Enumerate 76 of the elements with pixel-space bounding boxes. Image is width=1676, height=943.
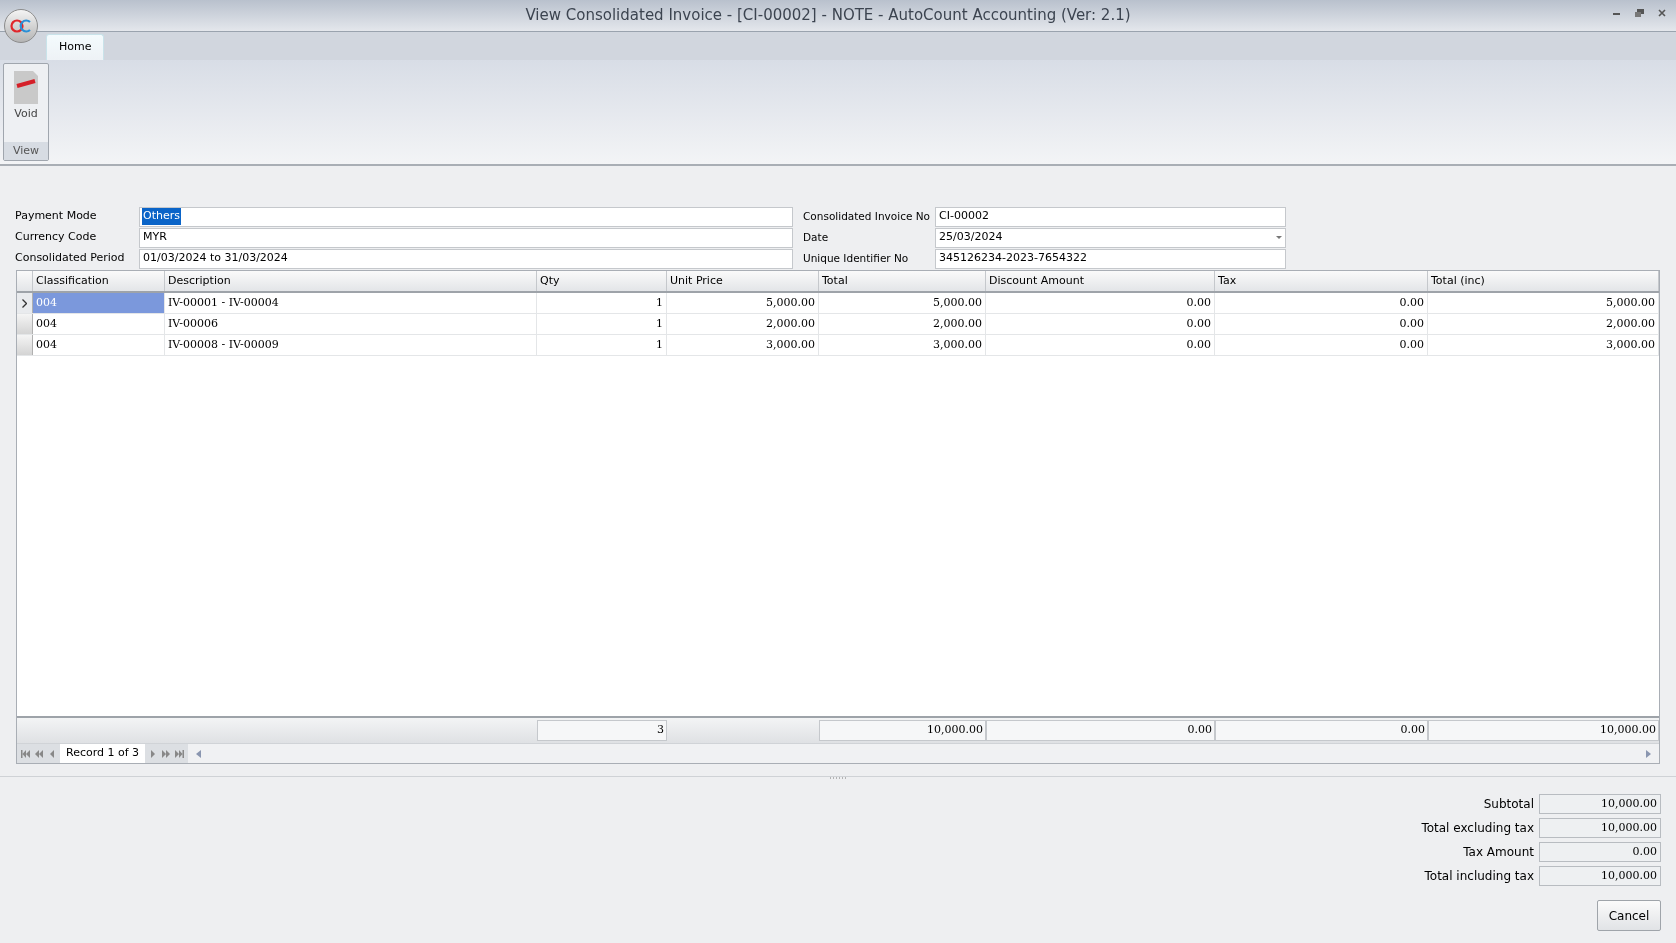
- ribbon-tab[interactable]: Home: [46, 34, 105, 60]
- summary-cell: 10,000.00: [1428, 720, 1659, 741]
- table-cell: 3,000.00: [819, 335, 986, 355]
- void-button[interactable]: Void: [14, 64, 38, 142]
- column-header[interactable]: Total: [819, 271, 986, 291]
- table-cell: 0.00: [1215, 314, 1428, 334]
- close-icon[interactable]: [1658, 9, 1666, 17]
- table-cell: 3,000.00: [1428, 335, 1659, 355]
- app-logo-icon[interactable]: [4, 9, 38, 43]
- scroll-right-icon[interactable]: [1646, 749, 1651, 758]
- column-header[interactable]: Total (inc): [1428, 271, 1659, 291]
- table-cell: 2,000.00: [1428, 314, 1659, 334]
- text-field[interactable]: MYR: [139, 227, 793, 248]
- column-header[interactable]: Discount Amount: [986, 271, 1215, 291]
- field-label: Currency Code: [15, 229, 98, 246]
- column-header[interactable]: Tax: [1215, 271, 1428, 291]
- table-cell: 0.00: [986, 335, 1215, 355]
- void-document-icon: [14, 71, 38, 104]
- text-field[interactable]: CI-00002: [935, 206, 1286, 227]
- total-label: Subtotal: [1483, 796, 1534, 813]
- text-field[interactable]: 01/03/2024 to 31/03/2024: [139, 248, 793, 269]
- chevron-right-icon: [22, 298, 27, 308]
- total-label: Total excluding tax: [1421, 820, 1534, 837]
- summary-cell: 0.00: [986, 720, 1215, 741]
- table-cell: 004: [33, 335, 165, 355]
- text-field[interactable]: Others: [139, 206, 793, 227]
- total-field: 10,000.00: [1539, 866, 1661, 886]
- record-counter: Record 1 of 3: [60, 744, 146, 763]
- table-cell: 1: [537, 335, 667, 355]
- scroll-left-icon[interactable]: [196, 749, 202, 758]
- total-label: Total including tax: [1424, 868, 1534, 885]
- table-cell: 004: [33, 314, 165, 334]
- column-header[interactable]: Classification: [33, 271, 165, 291]
- column-header[interactable]: Qty: [537, 271, 667, 291]
- table-cell: 5,000.00: [667, 293, 819, 313]
- table-cell: 0.00: [1215, 335, 1428, 355]
- table-cell: 5,000.00: [819, 293, 986, 313]
- table-cell: 0.00: [1215, 293, 1428, 313]
- previous-page-icon[interactable]: [34, 749, 43, 758]
- total-field: 0.00: [1539, 842, 1661, 862]
- summary-cell: 3: [537, 720, 667, 741]
- table-cell: IV-00008 - IV-00009: [165, 335, 537, 355]
- table-cell: 5,000.00: [1428, 293, 1659, 313]
- summary-cell: 10,000.00: [819, 720, 986, 741]
- table-cell: 004: [33, 293, 165, 313]
- total-field: 10,000.00: [1539, 794, 1661, 814]
- field-label: Consolidated Invoice No: [802, 208, 931, 224]
- total-field: 10,000.00: [1539, 818, 1661, 838]
- table-cell: 0.00: [986, 314, 1215, 334]
- first-record-icon[interactable]: [21, 749, 30, 758]
- field-label: Payment Mode: [15, 208, 98, 225]
- next-page-icon[interactable]: [162, 749, 172, 758]
- table-cell: 1: [537, 314, 667, 334]
- field-label: Consolidated Period: [15, 250, 126, 267]
- table-cell: 2,000.00: [667, 314, 819, 334]
- field-label: Date: [802, 229, 830, 245]
- table-cell: IV-00001 - IV-00004: [165, 293, 537, 313]
- caret-icon: [1276, 236, 1282, 239]
- text-field[interactable]: 345126234-2023-7654322: [935, 248, 1286, 269]
- date-dropdown[interactable]: 25/03/2024: [935, 227, 1286, 248]
- column-header[interactable]: Unit Price: [667, 271, 819, 291]
- column-header[interactable]: Description: [165, 271, 537, 291]
- cancel-button[interactable]: Cancel: [1597, 900, 1661, 931]
- summary-cell: 0.00: [1215, 720, 1428, 741]
- ribbon-group-label: View: [4, 141, 48, 160]
- table-cell: 3,000.00: [667, 335, 819, 355]
- table-cell: 0.00: [986, 293, 1215, 313]
- table-cell: 1: [537, 293, 667, 313]
- row-indicator[interactable]: [17, 293, 33, 313]
- field-label: Unique Identifier No: [802, 250, 910, 266]
- window-title: View Consolidated Invoice - [CI-00002] - NOTE - AutoCount Accounting (Ver: 2.1): [525, 5, 1131, 27]
- table-cell: IV-00006: [165, 314, 537, 334]
- table-cell: 2,000.00: [819, 314, 986, 334]
- total-label: Tax Amount: [1463, 844, 1534, 861]
- maximize-icon[interactable]: [1635, 9, 1644, 17]
- last-record-icon[interactable]: [175, 749, 185, 758]
